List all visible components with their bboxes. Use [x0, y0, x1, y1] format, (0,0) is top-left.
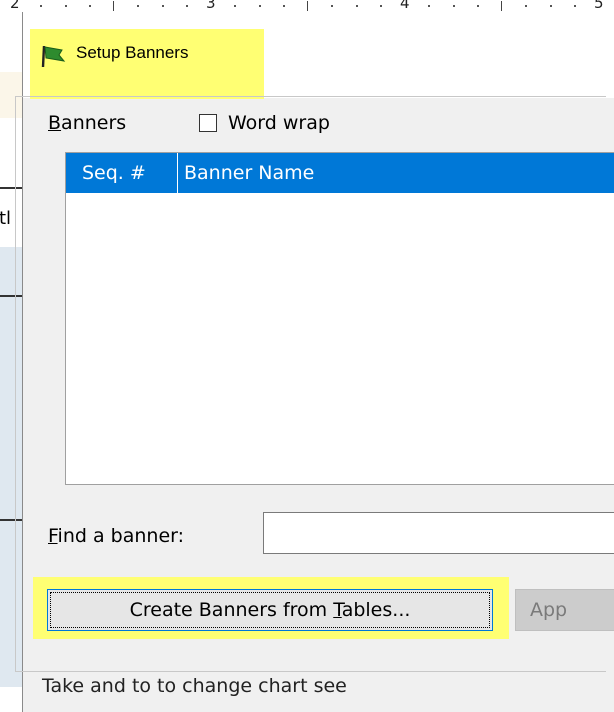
column-header-banner-name[interactable]: Banner Name: [184, 153, 314, 193]
banners-list[interactable]: Seq. # Banner Name: [65, 152, 614, 485]
ruler-number-4: 4: [400, 0, 410, 12]
list-header: Seq. # Banner Name: [66, 153, 614, 193]
ruler-dot: [574, 5, 576, 7]
ruler-dot: [259, 5, 261, 7]
ruler-dot: [525, 5, 527, 7]
column-header-seq-label: Seq. #: [82, 162, 146, 184]
banners-label-accelerator: B: [48, 112, 62, 134]
dialog-titlebar[interactable]: Setup Banners: [23, 12, 614, 99]
dialog-title: Setup Banners: [76, 43, 189, 62]
create-label-before: Create Banners from: [129, 599, 334, 621]
ruler-dot: [137, 5, 139, 7]
find-label-accelerator: F: [48, 525, 58, 547]
find-label-rest: ind a banner:: [57, 525, 185, 547]
word-wrap-checkbox[interactable]: [199, 114, 217, 132]
create-label-accelerator: T: [333, 599, 342, 621]
ruler-tick: [113, 1, 114, 11]
create-banners-from-tables-button[interactable]: Create Banners from Tables...: [47, 589, 493, 631]
create-label-after: ables...: [341, 599, 411, 621]
green-flag-icon: [41, 45, 66, 68]
ruler-dot: [234, 5, 236, 7]
ruler-number-3: 3: [206, 0, 216, 12]
ruler-dot: [162, 5, 164, 7]
ruler-tick: [501, 1, 502, 11]
ruler: 2 3 4 5: [0, 0, 614, 12]
ruler-dot: [356, 5, 358, 7]
find-banner-label: Find a banner:: [48, 524, 184, 548]
find-banner-input[interactable]: [263, 512, 614, 554]
ruler-dot: [40, 5, 42, 7]
banners-label-rest: anners: [61, 112, 127, 134]
ruler-dot: [550, 5, 552, 7]
ruler-dot: [65, 5, 67, 7]
ruler-tick: [307, 1, 308, 11]
ruler-dot: [186, 5, 188, 7]
ruler-number-2: 2: [10, 0, 20, 12]
word-wrap-label[interactable]: Word wrap: [228, 111, 330, 135]
ruler-dot: [477, 5, 479, 7]
ruler-dot: [283, 5, 285, 7]
column-header-seq[interactable]: Seq. #: [66, 153, 178, 193]
ruler-dot: [380, 5, 382, 7]
bottom-partial-text: Take and to to change chart see: [42, 675, 347, 697]
ruler-dot: [428, 5, 430, 7]
apply-button[interactable]: App: [515, 589, 614, 631]
banners-label: Banners: [48, 111, 126, 135]
ruler-dot: [453, 5, 455, 7]
ruler-dot: [331, 5, 333, 7]
ruler-number-5: 5: [594, 0, 604, 12]
background-partial-text: ıtl: [0, 208, 12, 229]
ruler-dot: [89, 5, 91, 7]
